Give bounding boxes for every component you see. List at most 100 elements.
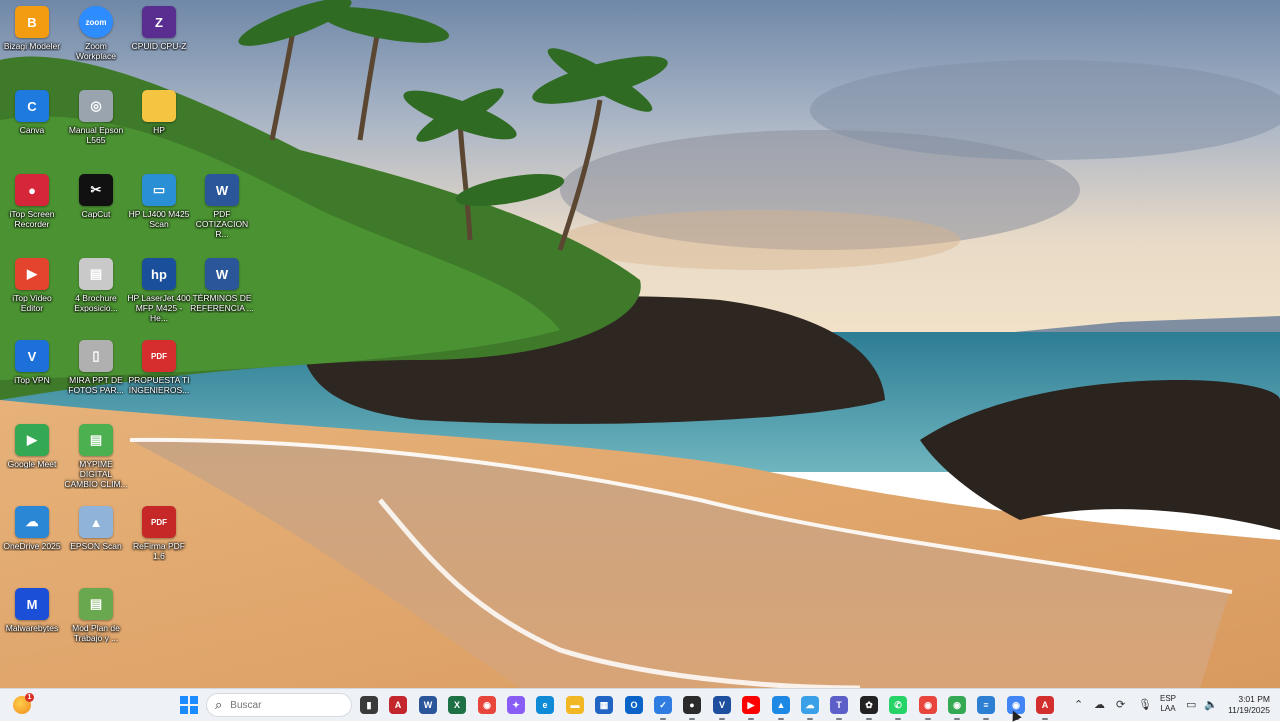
taskbar-chrome-profile-button[interactable]: ◉	[917, 694, 939, 720]
taskbar-task-view-button[interactable]: ▮	[358, 694, 380, 716]
desktop-icon[interactable]: ViTop VPN	[0, 338, 64, 416]
network-icon[interactable]: ▭	[1186, 698, 1196, 711]
desktop-icon-label: HP	[153, 125, 165, 135]
desktop-icon[interactable]: W PDF COTIZACION R...	[190, 172, 254, 250]
desktop-icon-label: OneDrive 2025	[3, 541, 61, 551]
desktop-icon-label: Malwarebytes	[5, 623, 59, 633]
word-doc-icon: W	[205, 174, 239, 206]
windows-logo-pane	[190, 696, 198, 704]
epson-scan-icon: ▲	[79, 506, 113, 538]
zoom-icon: zoom	[79, 6, 113, 38]
language-indicator[interactable]: ESP LAA	[1160, 694, 1176, 714]
onedrive-folder-icon: ☁	[15, 506, 49, 538]
acrobat-icon: A	[389, 696, 407, 714]
taskbar-chrome-button[interactable]: ◉	[476, 694, 498, 716]
taskbar-copilot-button[interactable]: ✦	[505, 694, 527, 716]
taskbar: 1 ⌕ ▮AWX◉✦e▬▦O✓●V▶▲☁T✿✆◉◉≡◉A ⌃ ☁ ⟳ 🎙 ESP…	[0, 688, 1280, 721]
desktop-icon-label: ReFirma PDF 1.6	[133, 541, 185, 561]
desktop-icon[interactable]: ▭ HP LJ400 M425 Scan	[127, 172, 191, 250]
taskbar-chatgpt-button[interactable]: ✿	[858, 694, 880, 720]
outlook-icon: O	[625, 696, 643, 714]
windows-logo-pane	[180, 706, 188, 714]
taskbar-outlook-button[interactable]: O	[623, 694, 645, 716]
volume-icon[interactable]: 🔈	[1204, 698, 1218, 711]
desktop-icon[interactable]: ▶ Google Meet	[0, 422, 64, 500]
desktop-icon[interactable]: ◎ Manual Epson L565	[64, 88, 128, 166]
taskbar-edge-button[interactable]: e	[534, 694, 556, 716]
desktop-icon-label: Canva	[19, 125, 45, 135]
taskbar-photos-button[interactable]: ▲	[770, 694, 792, 720]
chevron-up-icon[interactable]: ⌃	[1074, 698, 1083, 711]
desktop-icon[interactable]: hp HP LaserJet 400 MFP M425 - He...	[127, 256, 191, 334]
bizagi-icon: B	[15, 6, 49, 38]
desktop-icon[interactable]: B Bizagi Modeler	[0, 4, 64, 82]
desktop-icon-label: MIRA PPT DE FOTOS PAR...	[68, 375, 124, 395]
desktop-icon[interactable]: ● iTop Screen Recorder	[0, 172, 64, 250]
desktop-icon-label: Zoom Workplace	[76, 41, 116, 61]
taskbar-todo-button[interactable]: ✓	[652, 694, 674, 720]
desktop-icon[interactable]: ▤ Mod Plan de Trabajo y ...	[64, 586, 128, 664]
onedrive-folder-icon: ☁	[801, 696, 819, 714]
image-file-icon: ▤	[79, 424, 113, 456]
taskbar-chrome-profile-2-button[interactable]: ◉	[946, 694, 968, 720]
desktop-icon[interactable]: ▶ iTop Video Editor	[0, 256, 64, 334]
taskbar-microsoft-store-button[interactable]: ▦	[593, 694, 615, 716]
desktop-icon[interactable]: ✂ CapCut	[64, 172, 128, 250]
start-button[interactable]	[180, 696, 198, 714]
desktop-icon-label: Mod Plan de Trabajo y ...	[72, 623, 120, 643]
desktop-icon-label: Manual Epson L565	[68, 125, 124, 145]
desktop-icon[interactable]: ▤ 4 Brochure Exposicio...	[64, 256, 128, 334]
microphone-icon[interactable]: 🎙	[1138, 698, 1152, 711]
itop-vpn-icon: V	[15, 340, 49, 372]
taskbar-notepad-button[interactable]: ≡	[975, 694, 997, 720]
taskbar-youtube-button[interactable]: ▶	[740, 694, 762, 720]
taskbar-teams-button[interactable]: T	[828, 694, 850, 720]
desktop-icon[interactable]: ☁ OneDrive 2025	[0, 504, 64, 582]
desktop-icon[interactable]: ▤ MYPIME DIGITAL CAMBIO CLIM...	[64, 422, 128, 500]
desktop-icon[interactable]: M Malwarebytes	[0, 586, 64, 664]
taskbar-excel-button[interactable]: X	[446, 694, 468, 716]
search-box[interactable]: ⌕	[206, 693, 352, 717]
taskbar-word-button[interactable]: W	[417, 694, 439, 716]
desktop-icon[interactable]: ▯ MIRA PPT DE FOTOS PAR...	[64, 338, 128, 416]
desktop-icon[interactable]: ▲ EPSON Scan	[64, 504, 128, 582]
desktop-icon-label: Google Meet	[7, 459, 57, 469]
desktop-icon[interactable]: Z CPUID CPU-Z	[127, 4, 191, 82]
taskbar-onedrive-folder-button[interactable]: ☁	[799, 694, 821, 720]
cloud-icon[interactable]: ☁	[1094, 698, 1105, 711]
search-input[interactable]	[228, 698, 333, 712]
itop-vpn-icon: V	[713, 696, 731, 714]
taskbar-acrobat-reader-button[interactable]: A	[1034, 694, 1056, 720]
taskbar-acrobat-button[interactable]: A	[387, 694, 409, 716]
taskbar-itop-recorder-button[interactable]: ●	[681, 694, 703, 720]
pdf-icon: PDF	[142, 340, 176, 372]
canva-icon: C	[15, 90, 49, 122]
clock[interactable]: 3:01 PM 11/19/2025	[1222, 694, 1270, 716]
keyboard-layout: LAA	[1160, 704, 1176, 713]
folder-icon	[142, 90, 176, 122]
windows-logo-icon	[180, 696, 188, 704]
desktop-icon[interactable]: PDF ReFirma PDF 1.6	[127, 504, 191, 582]
desktop-icon[interactable]: PDF PROPUESTA TI INGENIEROS...	[127, 338, 191, 416]
desktop-icon[interactable]: HP	[127, 88, 191, 166]
desktop-icon[interactable]: W TÉRMINOS DE REFERENCIA ...	[190, 256, 254, 334]
taskbar-whatsapp-button[interactable]: ✆	[887, 694, 909, 720]
sync-icon[interactable]: ⟳	[1116, 698, 1125, 711]
desktop-icon-label: TÉRMINOS DE REFERENCIA ...	[190, 293, 254, 313]
weather-widget[interactable]: 1	[10, 693, 34, 717]
itop-recorder-icon: ●	[15, 174, 49, 206]
word-doc-icon: W	[205, 258, 239, 290]
desktop-icon[interactable]: zoom Zoom Workplace	[64, 4, 128, 82]
cpuz-icon: Z	[142, 6, 176, 38]
excel-icon: X	[448, 696, 466, 714]
desktop-icon-label: EPSON Scan	[70, 541, 122, 551]
photos-icon: ▲	[772, 696, 790, 714]
teams-icon: T	[830, 696, 848, 714]
whatsapp-icon: ✆	[889, 696, 907, 714]
taskbar-itop-vpn-button[interactable]: V	[711, 694, 733, 720]
malwarebytes-icon: M	[15, 588, 49, 620]
desktop-icon[interactable]: C Canva	[0, 88, 64, 166]
taskbar-file-explorer-button[interactable]: ▬	[564, 694, 586, 716]
todo-icon: ✓	[654, 696, 672, 714]
refirma-pdf-icon: PDF	[142, 506, 176, 538]
